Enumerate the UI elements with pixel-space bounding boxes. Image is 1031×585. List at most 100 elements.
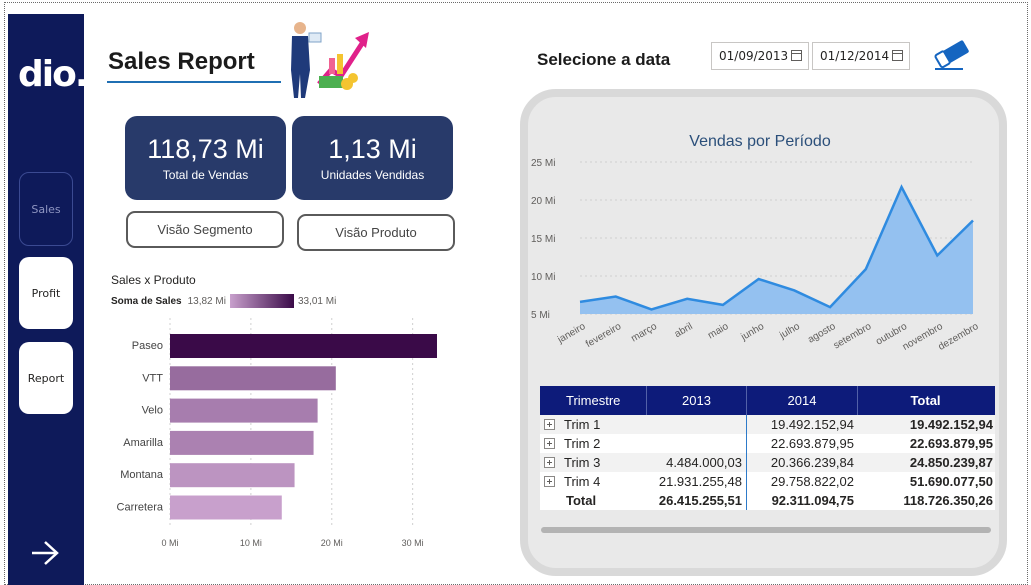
legend-label: Soma de Sales [111,295,182,307]
bar-chart-title: Sales x Produto [111,273,196,287]
cell-2014: 20.366.239,84 [770,455,854,470]
table-row: Trim 1 19.492.152,94 19.492.152,94 [540,415,995,434]
cell-2013 [647,415,747,434]
legend-gradient [229,294,294,308]
title-underline [107,81,281,83]
start-date-field[interactable]: 01/09/2013 [711,42,809,70]
x-tick-label: abril [673,321,695,340]
category-label: VTT [142,372,163,384]
bar [170,463,295,488]
horizontal-scrollbar[interactable] [541,527,991,533]
y-tick-label: 5 Mi [531,310,550,321]
col-header-total[interactable]: Total [858,386,995,415]
x-tick-label: julho [777,321,802,342]
col-header-quarter[interactable]: Trimestre [540,386,647,415]
kpi-label: Total de Vendas [162,168,249,182]
category-label: Amarilla [123,437,164,449]
kpi-card-units-sold: 1,13 Mi Unidades Vendidas [292,116,453,200]
y-tick-label: 10 Mi [531,272,555,283]
expand-icon[interactable] [544,457,555,468]
end-date-field[interactable]: 01/12/2014 [812,42,910,70]
cell-total: 51.690.077,50 [909,474,993,489]
cell-2014: 29.758.822,02 [770,474,854,489]
line-chart-title: Vendas por Período [689,133,831,150]
bar [170,398,318,423]
kpi-card-total-sales: 118,73 Mi Total de Vendas [125,116,286,200]
y-tick-label: 25 Mi [531,158,555,169]
page-title: Sales Report [108,48,255,75]
x-tick-label: janeiro [555,321,588,346]
nav-button-report[interactable]: Report [19,342,73,414]
category-label: Velo [142,405,163,417]
nav-button-sales[interactable]: Sales [19,172,73,246]
col-header-2014[interactable]: 2014 [747,386,858,415]
table-row: Trim 4 21.931.255,48 29.758.822,02 51.69… [540,472,995,491]
x-tick-label: 20 Mi [321,538,343,548]
nav-button-profit[interactable]: Profit [19,257,73,329]
x-tick-label: fevereiro [584,321,624,350]
expand-icon[interactable] [544,419,555,430]
row-label: Trim 1 [564,417,601,432]
table-header: Trimestre 2013 2014 Total [540,386,995,415]
cell-2014: 92.311.094,75 [771,493,854,508]
bar-chart-legend: Soma de Sales 13,82 Mi 33,01 Mi [111,294,336,308]
calendar-icon[interactable] [892,50,903,61]
area-fill [580,187,973,314]
y-tick-label: 15 Mi [531,234,555,245]
cell-2013: 21.931.255,48 [647,472,747,491]
table-row: Trim 2 22.693.879,95 22.693.879,95 [540,434,995,453]
category-label: Carretera [117,502,164,514]
category-label: Montana [120,469,164,481]
dio-logo: dio. [18,54,89,95]
cell-total: 22.693.879,95 [909,436,993,451]
kpi-value: 1,13 Mi [328,134,417,164]
x-tick-label: 10 Mi [240,538,262,548]
expand-icon[interactable] [544,438,555,449]
end-date-value: 01/12/2014 [820,49,890,63]
x-tick-label: dezembro [936,321,980,353]
businessman-growth-icon [291,22,369,98]
cell-2013: 26.415.255,51 [647,491,747,510]
legend-min: 13,82 Mi [187,295,226,307]
row-label: Trim 2 [564,436,601,451]
bar [170,334,437,358]
x-tick-label: junho [739,321,767,343]
cell-2013: 4.484.000,03 [647,453,747,472]
cell-total: 118.726.350,26 [903,493,993,508]
row-label: Trim 3 [564,455,601,470]
cell-2013 [647,434,747,453]
eraser-icon[interactable] [933,38,975,72]
product-view-button[interactable]: Visão Produto [297,214,455,251]
cell-total: 19.492.152,94 [909,417,993,432]
table-total-row: Total 26.415.255,51 92.311.094,75 118.72… [540,491,995,510]
row-label: Total [566,493,597,508]
col-header-2013[interactable]: 2013 [647,386,747,415]
cell-total: 24.850.239,87 [909,455,993,470]
x-tick-label: 0 Mi [161,538,178,548]
x-tick-label: março [629,321,659,345]
cell-2014: 22.693.879,95 [770,436,854,451]
segment-view-button[interactable]: Visão Segmento [126,211,284,248]
sidebar: dio. Sales Profit Report [8,14,89,585]
date-filter-label: Selecione a data [537,50,671,69]
x-tick-label: maio [706,321,731,342]
y-tick-label: 20 Mi [531,196,555,207]
expand-icon[interactable] [544,476,555,487]
quarter-matrix: Trimestre 2013 2014 Total Trim 1 19.492.… [540,386,995,510]
category-label: Paseo [132,340,163,352]
kpi-label: Unidades Vendidas [320,168,425,182]
legend-max: 33,01 Mi [297,295,337,307]
calendar-icon[interactable] [791,50,802,61]
sales-by-period-chart: Vendas por Período 5 Mi 10 Mi 15 Mi 20 Mi 25 … [531,133,981,353]
kpi-value: 118,73 Mi [147,134,264,164]
x-tick-label: setembro [832,321,874,352]
sales-by-product-chart: 0 Mi 10 Mi 20 Mi 30 Mi Paseo VTT Velo Amarilla M… [117,318,437,548]
arrow-right-icon[interactable] [30,540,60,566]
row-label: Trim 4 [564,474,601,489]
bar [170,430,314,455]
table-row: Trim 3 4.484.000,03 20.366.239,84 24.850… [540,453,995,472]
cell-2014: 19.492.152,94 [770,417,854,432]
x-tick-label: 30 Mi [402,538,424,548]
start-date-value: 01/09/2013 [719,49,789,63]
bar [170,366,336,391]
